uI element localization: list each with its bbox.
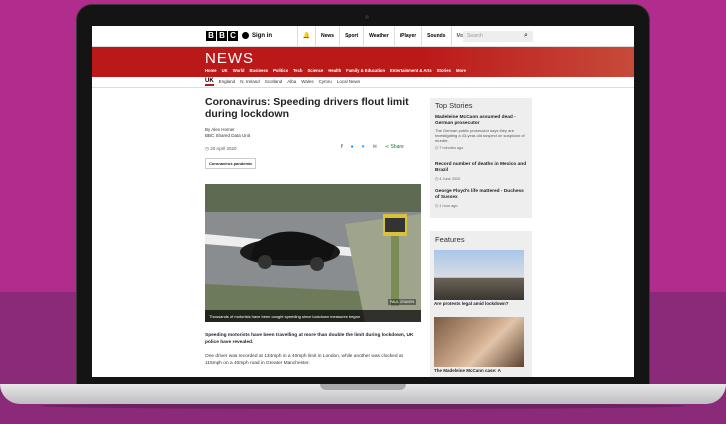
story-title[interactable]: Madeleine McCann assumed dead - German p… xyxy=(435,115,527,127)
story-title[interactable]: George Floyd's life mattered - Duchess o… xyxy=(435,189,527,201)
nav-sport[interactable]: Sport xyxy=(339,26,363,47)
logo-letter: B xyxy=(217,31,227,41)
time-text: 1 hour ago xyxy=(439,204,458,208)
subnav-scotland[interactable]: Scotland xyxy=(265,79,283,86)
article-date: ◷ 20 April 2020 xyxy=(205,146,237,151)
feature-image-portrait[interactable] xyxy=(434,317,524,367)
topic-tag[interactable]: Coronavirus pandemic xyxy=(205,158,257,169)
subnav-wales[interactable]: Wales xyxy=(301,79,313,86)
top-story-item[interactable]: Madeleine McCann assumed dead - German p… xyxy=(435,115,527,150)
photo-credit: PAUL CRAVEN xyxy=(388,299,417,305)
section-science[interactable]: Science xyxy=(308,68,324,73)
byline: By Alex Homer BBC Shared Data Unit xyxy=(205,127,250,139)
twitter-icon[interactable]: ♥ xyxy=(362,144,365,150)
subnav-uk[interactable]: UK xyxy=(205,78,214,86)
story-summary: The German public prosecutor says they a… xyxy=(435,128,525,143)
section-business[interactable]: Business xyxy=(250,68,269,73)
section-health[interactable]: Health xyxy=(328,68,341,73)
top-stories-title: Top Stories xyxy=(435,101,473,110)
section-home[interactable]: Home xyxy=(205,68,217,73)
nav-iplayer[interactable]: iPlayer xyxy=(393,26,421,47)
time-text: 4 June 2020 xyxy=(439,177,461,181)
nav-sounds[interactable]: Sounds xyxy=(421,26,450,47)
section-family-education[interactable]: Family & Education xyxy=(346,68,385,73)
subnav-england[interactable]: England xyxy=(219,79,236,86)
nav-weather[interactable]: Weather xyxy=(363,26,394,47)
browser-screen: B B C Sign in 🔔 News Sport Weather iPlay… xyxy=(92,26,634,377)
webcam-icon xyxy=(365,15,369,19)
section-more[interactable]: More xyxy=(456,68,466,73)
time-text: 7 minutes ago xyxy=(439,146,464,150)
sign-in-link[interactable]: Sign in xyxy=(242,32,272,39)
notifications-bell-icon[interactable]: 🔔 xyxy=(297,26,315,47)
uk-sub-nav: UK England N. Ireland Scotland Alba Wale… xyxy=(92,77,634,88)
feature-title[interactable]: Are protests legal amid lockdown? xyxy=(434,301,509,306)
photo-caption: Thousands of motorists have been caught … xyxy=(205,310,421,322)
subnav-n-ireland[interactable]: N. Ireland xyxy=(240,79,260,86)
news-section-nav: Home UK World Business Politics Tech Sci… xyxy=(92,68,634,77)
logo-letter: C xyxy=(228,31,238,41)
search-input[interactable]: Search xyxy=(463,31,533,42)
search-icon[interactable]: ⌕ xyxy=(524,32,528,40)
story-time: ◷ 1 hour ago xyxy=(435,204,458,208)
sign-in-label: Sign in xyxy=(252,32,272,39)
top-navigation: 🔔 News Sport Weather iPlayer Sounds More xyxy=(297,26,473,47)
laptop-notch xyxy=(320,384,406,390)
email-icon[interactable]: ✉ xyxy=(373,144,377,150)
section-world[interactable]: World xyxy=(233,68,245,73)
share-label: Share xyxy=(390,144,404,150)
section-stories[interactable]: Stories xyxy=(437,68,451,73)
section-tech[interactable]: Tech xyxy=(293,68,302,73)
story-title[interactable]: Record number of deaths in Mexico and Br… xyxy=(435,162,527,174)
story-time: ◷ 7 minutes ago xyxy=(435,146,464,150)
bbc-top-bar: B B C Sign in 🔔 News Sport Weather iPlay… xyxy=(92,26,634,47)
subnav-alba[interactable]: Alba xyxy=(287,79,296,86)
section-entertainment-arts[interactable]: Entertainment & Arts xyxy=(390,68,432,73)
author-unit: BBC Shared Data Unit xyxy=(205,133,251,138)
features-title: Features xyxy=(435,235,465,244)
share-tools: f ● ♥ ✉ ⋖ Share xyxy=(341,144,404,150)
share-button[interactable]: ⋖ Share xyxy=(385,144,404,150)
subnav-cymru[interactable]: Cymru xyxy=(319,79,332,86)
section-politics[interactable]: Politics xyxy=(273,68,288,73)
feature-image-protest[interactable] xyxy=(434,250,524,300)
bbc-logo[interactable]: B B C xyxy=(206,31,238,41)
article-lead: Speeding motorists have been travelling … xyxy=(205,333,414,345)
nav-news[interactable]: News xyxy=(315,26,339,47)
logo-letter: B xyxy=(206,31,216,41)
subnav-local-news[interactable]: Local News xyxy=(337,79,360,86)
user-icon xyxy=(242,32,249,39)
feature-title[interactable]: The Madeleine McCann case: A xyxy=(434,368,501,373)
messenger-icon[interactable]: ● xyxy=(351,144,354,150)
top-story-item[interactable]: Record number of deaths in Mexico and Br… xyxy=(435,162,527,181)
news-wordmark[interactable]: NEWS xyxy=(205,50,254,67)
facebook-icon[interactable]: f xyxy=(341,144,343,150)
article-paragraph: One driver was recorded at 134mph in a 4… xyxy=(205,354,403,366)
top-story-item[interactable]: George Floyd's life mattered - Duchess o… xyxy=(435,189,527,208)
article-headline: Coronavirus: Speeding drivers flout limi… xyxy=(205,96,409,120)
date-text: 20 April 2020 xyxy=(210,146,237,151)
story-time: ◷ 4 June 2020 xyxy=(435,177,461,181)
section-uk[interactable]: UK xyxy=(222,68,228,73)
